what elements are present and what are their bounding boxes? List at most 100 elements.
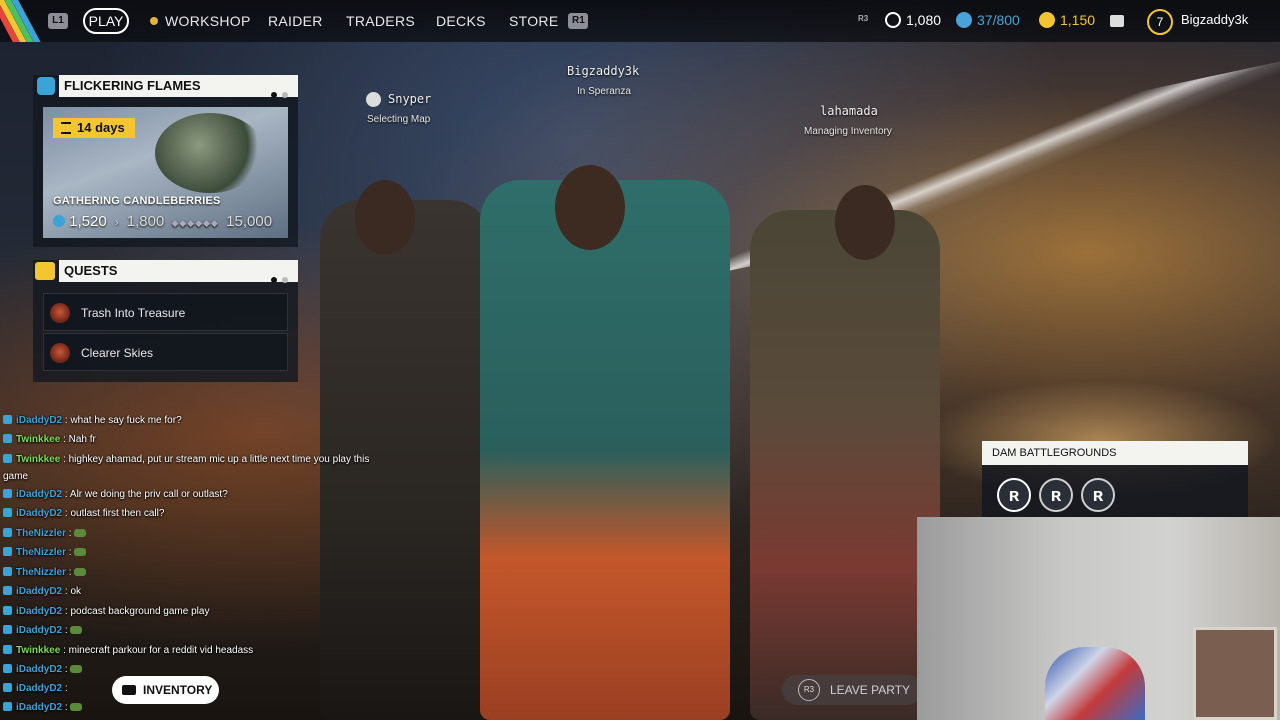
workshop-alert-icon (150, 17, 158, 25)
quest-item[interactable]: Clearer Skies (43, 333, 288, 371)
party-character-right (750, 210, 940, 720)
party-member-avatar[interactable]: ʀ (1081, 478, 1115, 512)
chat-message: iDaddyD2 : Alr we doing the priv call or… (3, 489, 228, 507)
chat-badge-icon (3, 664, 12, 673)
party-member-avatar-speaking[interactable]: ʀ (1039, 478, 1073, 512)
nav-play-tab[interactable]: PLAY (83, 8, 129, 34)
event-days-label: 14 days (77, 120, 125, 135)
chat-badge-icon (3, 645, 12, 654)
character-head (555, 165, 625, 250)
party-member-left-status: Selecting Map (367, 114, 431, 125)
candleberry-tree-image (155, 113, 265, 193)
event-pager[interactable] (266, 83, 288, 105)
chat-message: iDaddyD2 : (3, 625, 83, 643)
chat-badge-icon (3, 528, 12, 537)
stash-icon (956, 12, 972, 28)
chat-message: Twinkkee : minecraft parkour for a reddi… (3, 645, 253, 663)
leave-party-button[interactable]: R3 LEAVE PARTY (782, 675, 922, 705)
inventory-label: INVENTORY (143, 683, 213, 697)
quest-giver-icon (50, 343, 70, 363)
party-leader-avatar[interactable]: ʀ (997, 478, 1031, 512)
quest-label: Clearer Skies (81, 346, 154, 360)
emote-icon (70, 703, 83, 711)
event-name: GATHERING CANDLEBERRIES (53, 195, 221, 207)
chat-message: iDaddyD2 : ok (3, 586, 81, 604)
party-member-left-name: Snyper (388, 92, 432, 106)
chat-message: game (3, 471, 29, 482)
event-card[interactable]: 14 days GATHERING CANDLEBERRIES 1,520 › … (43, 107, 288, 238)
inventory-button[interactable]: INVENTORY (112, 676, 219, 704)
chat-badge-icon (3, 454, 12, 463)
player-level-badge: 7 (1147, 9, 1173, 35)
chat-message: Twinkkee : highkey ahamad, put ur stream… (3, 454, 369, 472)
chat-badge-icon (3, 702, 12, 711)
chat-message: TheNizzler : (3, 547, 87, 565)
party-member-right-status: Managing Inventory (804, 126, 892, 137)
webcam-background-door (1193, 627, 1277, 720)
chat-badge-icon (3, 567, 12, 576)
streamer-webcam (917, 517, 1280, 720)
webcam-person (1045, 647, 1145, 720)
nav-workshop-tab[interactable]: WORKSHOP (165, 13, 251, 29)
event-panel-header[interactable]: FLICKERING FLAMES (59, 75, 298, 98)
party-character-center (480, 180, 730, 720)
stream-chat-overlay: iDaddyD2 : what he say fuck me for? Twin… (0, 414, 420, 720)
chat-badge-icon (3, 508, 12, 517)
leave-party-label: LEAVE PARTY (830, 683, 911, 697)
emote-icon (74, 568, 87, 576)
chat-message: TheNizzler : (3, 528, 87, 546)
raider-token-icon (1039, 12, 1055, 28)
hourglass-icon (61, 122, 71, 134)
emote-icon (74, 548, 87, 556)
nav-store-tab[interactable]: STORE (509, 13, 558, 29)
event-title: FLICKERING FLAMES (64, 78, 201, 93)
quest-item[interactable]: Trash Into Treasure (43, 293, 288, 331)
character-head (355, 180, 415, 255)
brand-stripes-logo (0, 0, 42, 42)
quest-giver-icon (50, 303, 70, 323)
chat-message: iDaddyD2 : (3, 702, 83, 720)
chat-message: TheNizzler : (3, 567, 87, 585)
chat-badge-icon (3, 606, 12, 615)
coin-icon (885, 12, 901, 28)
party-leader-status: In Speranza (577, 86, 631, 97)
currency-b-value: 1,150 (1060, 12, 1096, 28)
nav-decks-tab[interactable]: DECKS (436, 13, 486, 29)
emote-icon (70, 665, 83, 673)
selected-map-header[interactable]: DAM BATTLEGROUNDS (982, 441, 1248, 465)
chat-message: iDaddyD2 : (3, 664, 83, 682)
r1-button-hint: R1 (568, 13, 588, 29)
progress-arrow-icon: › (114, 217, 119, 229)
progress-max: 15,000 (226, 213, 273, 230)
quests-title: QUESTS (64, 263, 118, 278)
nav-raider-tab[interactable]: RAIDER (268, 13, 323, 29)
gear-icon (37, 77, 55, 95)
character-head (835, 185, 895, 260)
r3-button-icon: R3 (798, 679, 820, 701)
nav-traders-tab[interactable]: TRADERS (346, 13, 415, 29)
chat-badge-icon (3, 547, 12, 556)
chat-badge-icon (3, 625, 12, 634)
chat-message: Twinkkee : Nah fr (3, 434, 96, 452)
quest-label: Trash Into Treasure (81, 306, 186, 320)
quest-diamond-icon (35, 262, 55, 280)
player-username[interactable]: Bigzaddy3k (1181, 12, 1248, 27)
party-leader-name: Bigzaddy3k (567, 64, 640, 78)
inventory-icon (122, 685, 136, 695)
chat-message: iDaddyD2 : outlast first then call? (3, 508, 164, 526)
party-member-right-name: lahamada (820, 104, 878, 118)
mail-icon[interactable] (1110, 15, 1124, 27)
l1-button-hint: L1 (48, 13, 68, 29)
r3-button-hint: R3 (858, 14, 869, 23)
top-navigation-bar: L1 PLAY WORKSHOP RAIDER TRADERS DECKS ST… (0, 0, 1280, 42)
emote-icon (70, 626, 83, 634)
chat-badge-icon (3, 415, 12, 424)
stash-slots-value: 37/800 (977, 12, 1020, 28)
emote-icon (74, 529, 87, 537)
chat-badge-icon (3, 489, 12, 498)
progress-current: 1,520 (69, 213, 107, 230)
progress-next: 1,800 (126, 213, 165, 230)
crown-icon (366, 92, 381, 107)
quests-pager[interactable] (266, 268, 288, 290)
quests-panel-header[interactable]: QUESTS (59, 260, 298, 283)
